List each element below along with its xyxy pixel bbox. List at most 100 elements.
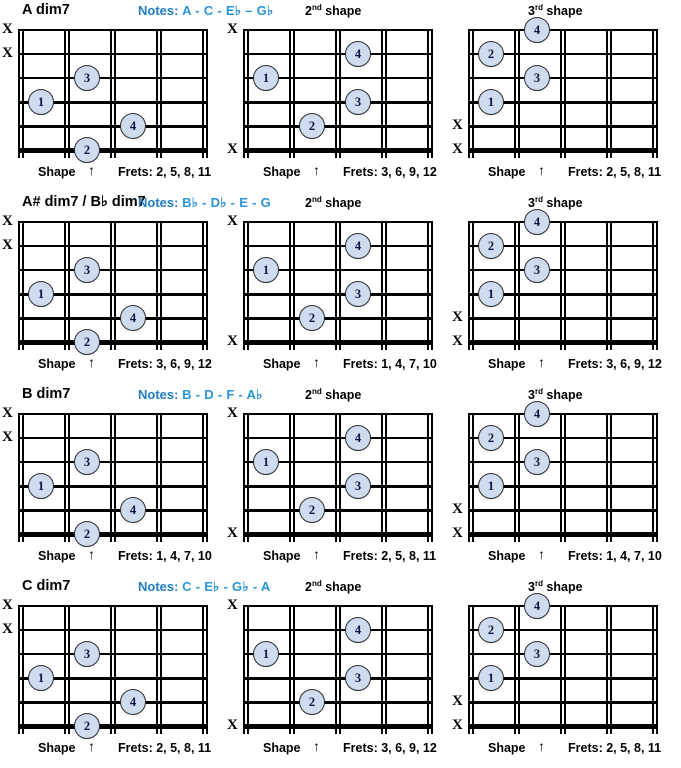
- fret-line-1: [64, 414, 70, 542]
- finger-dot-2: 2: [478, 617, 504, 643]
- fret-line-2: [560, 606, 566, 734]
- finger-dot-1: 1: [478, 665, 504, 691]
- fret-line-0: [18, 414, 24, 542]
- diagram-footer: Shape ↑ Frets: 2, 5, 8, 11: [468, 738, 673, 759]
- ordinal-suffix: rd: [534, 579, 543, 588]
- fret-line-1: [514, 222, 520, 350]
- fret-line-4: [427, 30, 433, 158]
- fret-line-0: [468, 30, 474, 158]
- string-line-6: [468, 339, 658, 345]
- string-line-3: [468, 77, 658, 79]
- mute-marker-string-6: X: [452, 717, 463, 733]
- finger-dot-1: 1: [478, 89, 504, 115]
- fret-line-4: [427, 606, 433, 734]
- finger-dot-3: 3: [524, 449, 550, 475]
- chord-diagram-shape-3: X X 4 2 3 1 Shape ↑ Frets: 3, 6, 9, 12: [450, 209, 675, 384]
- finger-dot-1: 1: [28, 665, 54, 691]
- string-line-2: [18, 53, 208, 55]
- finger-dot-3: 3: [74, 449, 100, 475]
- notes-values: A - C - E♭ – G♭: [182, 3, 274, 18]
- finger-dot-4: 4: [524, 17, 550, 43]
- fret-line-4: [652, 414, 658, 542]
- mute-marker-string-6: X: [227, 141, 238, 157]
- finger-dot-2: 2: [74, 137, 100, 163]
- fret-line-4: [652, 606, 658, 734]
- up-arrow-icon: ↑: [538, 546, 545, 562]
- fretboard-grid: X X 4 1 32: [227, 406, 433, 542]
- up-arrow-icon: ↑: [538, 162, 545, 178]
- shape-word-label: Shape: [488, 165, 526, 179]
- ordinal-suffix: nd: [311, 3, 322, 12]
- chord-name: A dim7: [22, 2, 70, 18]
- fret-line-3: [381, 222, 387, 350]
- finger-dot-4: 4: [345, 41, 371, 67]
- string-line-6: [243, 339, 433, 345]
- string-line-1: [18, 412, 208, 416]
- finger-dot-1: 1: [28, 473, 54, 499]
- fret-line-2: [335, 222, 341, 350]
- fret-line-1: [289, 222, 295, 350]
- shape-3-caption: 3rd shape: [528, 387, 583, 403]
- fret-line-2: [110, 30, 116, 158]
- string-line-5: [243, 316, 433, 320]
- finger-dot-2: 2: [74, 329, 100, 355]
- fret-line-4: [652, 30, 658, 158]
- string-line-3: [468, 461, 658, 463]
- fret-line-1: [64, 606, 70, 734]
- diagram-footer: Shape ↑ Frets: 1, 4, 7, 10: [18, 546, 223, 567]
- mute-marker-string-5: X: [452, 693, 463, 709]
- frets-label: Frets: 3, 6, 9, 12: [118, 357, 212, 371]
- chord-notes-label: Notes: C - E♭ - G♭ - A: [138, 579, 271, 595]
- finger-dot-1: 1: [253, 65, 279, 91]
- fretboard-grid: X X 4 1 32: [227, 22, 433, 158]
- mute-marker-string-6: X: [452, 141, 463, 157]
- diagram-footer: Shape ↑ Frets: 3, 6, 9, 12: [468, 354, 673, 375]
- string-line-6: [18, 147, 208, 153]
- finger-dot-4: 4: [345, 233, 371, 259]
- up-arrow-icon: ↑: [313, 162, 320, 178]
- ordinal-suffix: rd: [534, 387, 543, 396]
- finger-dot-1: 1: [253, 641, 279, 667]
- diagram-footer: Shape ↑ Frets: 3, 6, 9, 12: [243, 162, 448, 183]
- finger-dot-2: 2: [299, 497, 325, 523]
- frets-label: Frets: 1, 4, 7, 10: [568, 549, 662, 563]
- string-line-1: [18, 604, 208, 608]
- finger-dot-3: 3: [74, 641, 100, 667]
- shape-word-label: Shape: [488, 357, 526, 371]
- fretboard-grid: X X 4 1 32: [227, 598, 433, 734]
- fret-line-3: [156, 414, 162, 542]
- chord-notes-label: Notes: B♭ - D♭ - E - G: [138, 195, 271, 211]
- chord-diagram-shape-3: X X 4 2 3 1 Shape ↑ Frets: 2, 5, 8, 11: [450, 17, 675, 192]
- string-line-1: [468, 220, 658, 224]
- finger-dot-3: 3: [74, 65, 100, 91]
- finger-dot-2: 2: [74, 521, 100, 547]
- mute-marker-string-1: X: [2, 213, 13, 229]
- row-header: C dim7 Notes: C - E♭ - G♭ - A 2nd shape 3rd…: [0, 576, 681, 598]
- shape-word-label: Shape: [38, 357, 76, 371]
- ordinal-suffix: nd: [311, 387, 322, 396]
- chord-notes-label: Notes: A - C - E♭ – G♭: [138, 3, 273, 19]
- frets-label: Frets: 2, 5, 8, 11: [118, 741, 212, 755]
- string-line-1: [243, 28, 433, 32]
- mute-marker-string-5: X: [452, 309, 463, 325]
- finger-dot-1: 1: [28, 89, 54, 115]
- finger-dot-2: 2: [74, 713, 100, 739]
- chord-diagram-shape-2: X X 4 1 3 2 Shape ↑ Frets: 2, 5, 8, 11: [225, 406, 450, 576]
- frets-label: Frets: 2, 5, 8, 11: [118, 165, 212, 179]
- mute-marker-string-2: X: [2, 237, 13, 253]
- fret-line-0: [468, 606, 474, 734]
- fret-line-3: [606, 606, 612, 734]
- fret-line-2: [110, 414, 116, 542]
- mute-marker-string-6: X: [227, 333, 238, 349]
- fretboard-grid: XX 31 42: [2, 214, 208, 355]
- row-header: A# dim7 / B♭ dim7 Notes: B♭ - D♭ - E - G 2…: [0, 192, 681, 214]
- string-line-5: [243, 700, 433, 704]
- fret-line-3: [156, 606, 162, 734]
- fret-line-0: [243, 414, 249, 542]
- string-line-3: [18, 77, 208, 79]
- string-line-1: [18, 28, 208, 32]
- string-line-2: [243, 629, 433, 631]
- chord-row-1: A dim7 Notes: A - C - E♭ – G♭ 2nd shape 3rd…: [0, 0, 681, 192]
- string-line-2: [243, 437, 433, 439]
- frets-label: Frets: 1, 4, 7, 10: [343, 357, 437, 371]
